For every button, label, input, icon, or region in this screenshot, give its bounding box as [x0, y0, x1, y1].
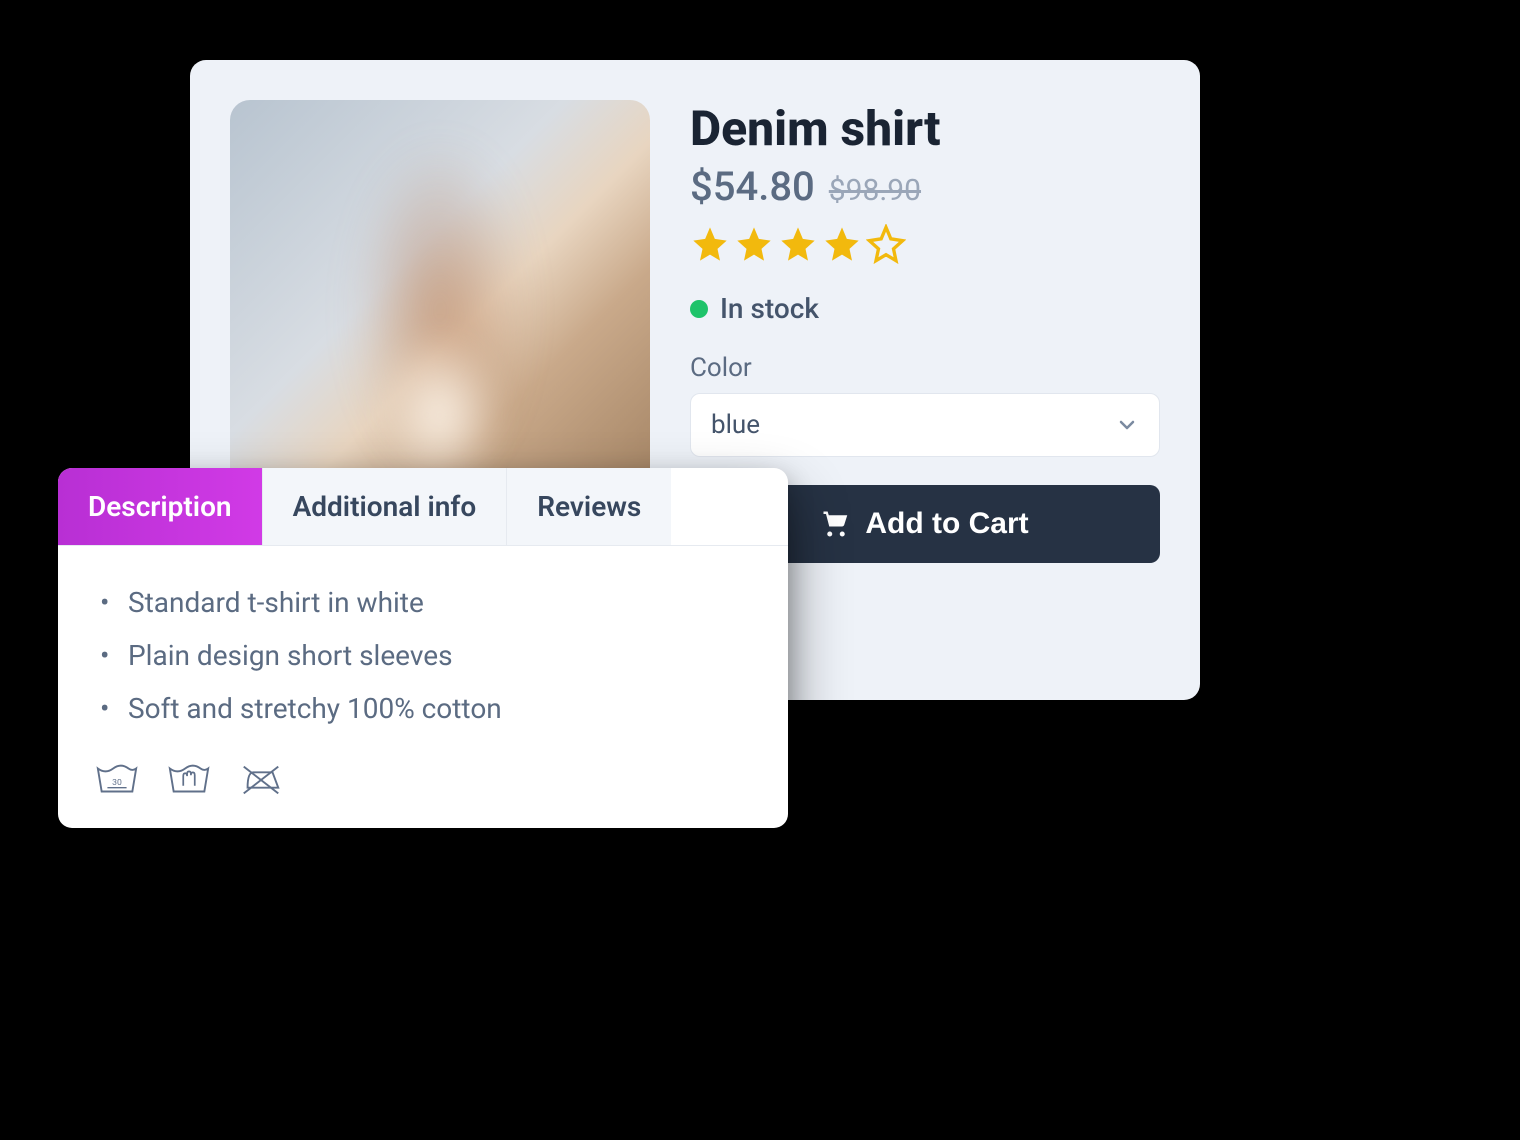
- details-tabs-panel: Description Additional info Reviews Stan…: [58, 468, 788, 828]
- tab-row: Description Additional info Reviews: [58, 468, 788, 546]
- description-list: Standard t-shirt in white Plain design s…: [94, 576, 752, 736]
- price-row: $54.80 $98.90: [690, 163, 1160, 210]
- svg-text:30: 30: [112, 777, 122, 787]
- tab-description[interactable]: Description: [58, 468, 263, 545]
- list--item: Plain design short sleeves: [94, 629, 752, 682]
- hand-wash-icon: [166, 760, 212, 800]
- tab-reviews[interactable]: Reviews: [507, 468, 671, 545]
- tab-additional-info[interactable]: Additional info: [263, 468, 508, 545]
- product-title: Denim shirt: [690, 100, 1160, 157]
- add-to-cart-label: Add to Cart: [865, 507, 1028, 541]
- star-outline-icon: [866, 224, 906, 264]
- rating-stars[interactable]: [690, 224, 1160, 264]
- star-icon: [690, 224, 730, 264]
- list-item: Soft and stretchy 100% cotton: [94, 682, 752, 735]
- stock-status: In stock: [720, 292, 819, 325]
- color-selected-value: blue: [711, 410, 760, 440]
- color-label: Color: [690, 353, 1160, 383]
- cart-ic-icon: [821, 509, 851, 539]
- star-icon: [778, 224, 818, 264]
- do-not-iron-icon: [238, 760, 284, 800]
- care-icons: 30: [94, 760, 752, 800]
- stock-row: In stock: [690, 292, 1160, 325]
- color-select[interactable]: blue: [690, 393, 1160, 457]
- product-image: [230, 100, 650, 520]
- tab-body: Standard t-shirt in white Plain design s…: [58, 546, 788, 828]
- star-icon: [734, 224, 774, 264]
- stock-indicator-icon: [690, 300, 708, 318]
- chevron-down-icon: [1115, 413, 1139, 437]
- price-current: $54.80: [690, 163, 815, 210]
- list-item: Standard t-shirt in white: [94, 576, 752, 629]
- wash-30-icon: 30: [94, 760, 140, 800]
- star-icon: [822, 224, 862, 264]
- price-original: $98.90: [829, 173, 921, 208]
